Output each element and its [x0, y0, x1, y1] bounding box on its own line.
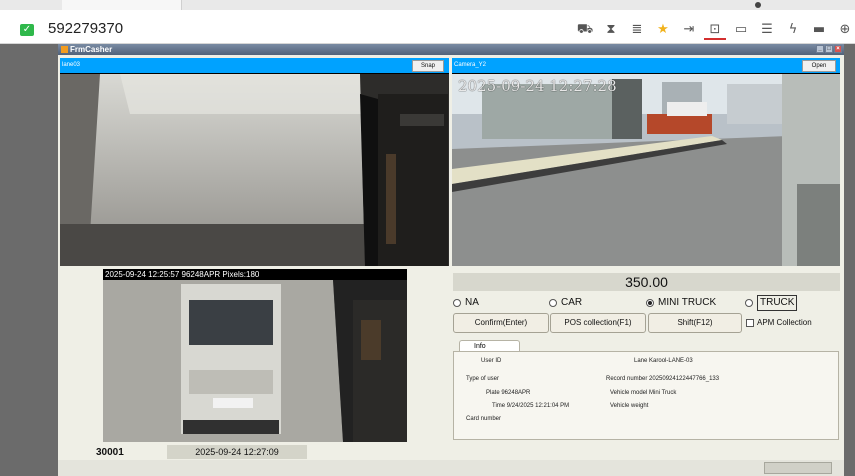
status-datetime: 2025-09-24 12:27:09 [167, 445, 307, 459]
hourglass-icon[interactable]: ⧗ [600, 20, 622, 40]
snap-button[interactable]: Snap [412, 60, 444, 72]
radio-truck[interactable]: TRUCK [745, 295, 798, 311]
camera-feed-lane03 [60, 74, 449, 266]
radio-car[interactable]: CAR [549, 296, 582, 310]
radio-selected-icon[interactable] [646, 299, 654, 307]
radio-circle-icon[interactable] [549, 299, 557, 307]
screen: ✓ 592279370 ⛟ ⧗ ≣ ★ ⇥ ⊡ ▭ ☰ ϟ ▬ ⊕ ▣ FrmC… [0, 0, 855, 476]
comment-icon[interactable]: ☰ [756, 20, 778, 40]
cart-icon[interactable]: ⛟ [574, 20, 596, 40]
lane-text: Lane Karool-LANE-03 [634, 358, 693, 364]
browser-toolbar: ✓ 592279370 ⛟ ⧗ ≣ ★ ⇥ ⊡ ▭ ☰ ϟ ▬ ⊕ ▣ [0, 0, 855, 44]
check-icon: ✓ [20, 24, 34, 36]
card-number: Card number [466, 416, 502, 422]
confirm-button[interactable]: Confirm(Enter) [453, 313, 549, 333]
radio-mini-truck[interactable]: MINI TRUCK [646, 296, 716, 310]
checkbox-icon[interactable] [746, 318, 754, 327]
status-code: 30001 [96, 447, 124, 458]
record-number: Record number 20250924122447766_133 [606, 376, 720, 382]
plate: Plate 96248APR [486, 390, 531, 396]
radio-label: CAR [561, 297, 583, 308]
radio-label: TRUCK [757, 295, 798, 311]
captured-vehicle-image [103, 280, 407, 442]
maximize-icon[interactable]: □ [825, 45, 833, 53]
close-icon[interactable]: × [834, 45, 842, 53]
export-icon[interactable]: ⇥ [678, 20, 700, 40]
camera-panel-y2: Camera_Y2 Open 2025-09-24 12:27:28 [452, 58, 840, 266]
chat-icon[interactable]: ▭ [730, 20, 752, 40]
radio-na[interactable]: NA [453, 296, 479, 310]
bolt-icon[interactable]: ϟ [782, 20, 804, 40]
keyboard-icon[interactable]: ▬ [808, 20, 830, 40]
minimize-icon[interactable]: _ [816, 45, 824, 53]
vehicle-weight: Vehicle weight [610, 403, 649, 409]
user-id-label: User ID [481, 358, 502, 364]
window-title: FrmCasher [70, 45, 113, 54]
radio-circle-icon[interactable] [453, 299, 461, 307]
capture-image-panel [103, 280, 407, 442]
radio-circle-icon[interactable] [745, 299, 753, 307]
camera-header: Camera_Y2 [452, 58, 840, 73]
camera-label: lane03 [62, 62, 81, 68]
radio-label: NA [465, 297, 479, 308]
vehicle-type-group: NA CAR MINI TRUCK TRUCK [453, 295, 843, 311]
apm-collection-label: APM Collection [757, 318, 812, 327]
type-of-user-label: Type of user [466, 376, 500, 382]
camera-label: Camera_Y2 [454, 62, 487, 68]
tab-strip [0, 0, 855, 10]
info-panel: User ID Lane Karool-LANE-03 Type of user… [453, 351, 839, 440]
profile-dot-icon[interactable] [755, 2, 761, 8]
browser-tab[interactable] [62, 0, 182, 10]
open-button[interactable]: Open [802, 60, 836, 72]
pos-collection-button[interactable]: POS collection(F1) [550, 313, 646, 333]
time: Time 9/24/2025 12:21:04 PM [492, 403, 570, 409]
bottom-strip [58, 460, 844, 476]
extension-icon[interactable]: ⊕ [834, 20, 855, 40]
record-id: 592279370 [48, 20, 124, 37]
camera-image [452, 74, 840, 266]
apm-collection-checkbox[interactable]: APM Collection [746, 318, 812, 327]
camera-timestamp: 2025-09-24 12:27:28 [458, 77, 617, 95]
radio-label: MINI TRUCK [658, 297, 717, 308]
database-icon[interactable]: ≣ [626, 20, 648, 40]
popup-icon[interactable]: ⊡ [704, 20, 726, 40]
camera-header: lane03 [60, 58, 449, 73]
shift-button[interactable]: Shift(F12) [648, 313, 742, 333]
camera-image [60, 74, 449, 266]
amount-display: 350.00 [453, 273, 840, 291]
toolbar-icons: ⛟ ⧗ ≣ ★ ⇥ ⊡ ▭ ☰ ϟ ▬ ⊕ ▣ [574, 20, 855, 40]
app-icon [61, 46, 68, 53]
window-controls: _ □ × [816, 45, 842, 53]
camera-panel-lane03: lane03 Snap [60, 58, 449, 266]
bottom-control[interactable] [764, 462, 832, 474]
window-titlebar: FrmCasher _ □ × [58, 44, 844, 55]
vehicle-model: Vehicle model Mini Truck [610, 390, 677, 396]
capture-caption: 2025-09-24 12:25:57 96248APR Pixels:180 [103, 269, 407, 280]
camera-feed-y2: 2025-09-24 12:27:28 [452, 74, 840, 266]
star-icon[interactable]: ★ [652, 20, 674, 40]
